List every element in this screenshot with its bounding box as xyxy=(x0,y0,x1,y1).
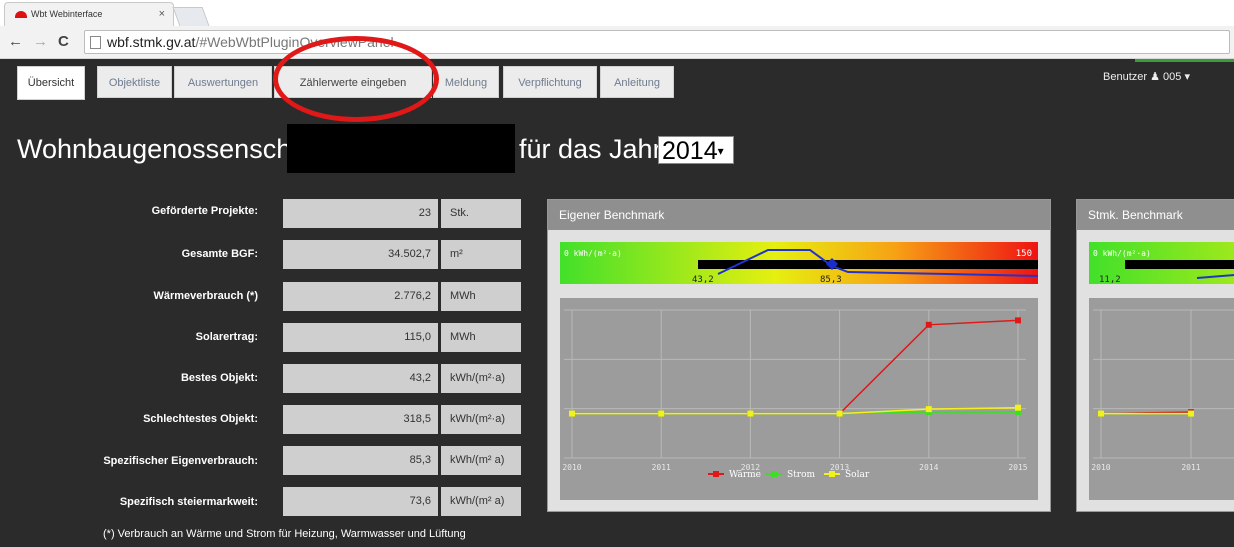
progress-bar xyxy=(1135,59,1234,62)
app-navbar: Übersicht Objektliste Auswertungen Zähle… xyxy=(0,59,1234,104)
x-tick-label: 2011 xyxy=(652,463,671,472)
user-menu[interactable]: Benutzer ♟ 005 ▾ xyxy=(1103,59,1234,83)
page-title-suffix: für das Jahr xyxy=(519,134,662,164)
stat-label: Solarertrag: xyxy=(195,331,258,343)
legend-label: Strom xyxy=(787,470,816,480)
address-field[interactable]: wbf.stmk.gv.at/#WebWbtPluginOverviewPane… xyxy=(84,30,1230,54)
redacted-name xyxy=(287,124,515,173)
stat-unit: Stk. xyxy=(441,199,521,228)
tab-verpflichtung[interactable]: Verpflichtung xyxy=(503,66,597,98)
x-tick-label: 2015 xyxy=(1008,463,1027,472)
tab-strip: Wbt Webinterface × xyxy=(0,0,1234,26)
page-title: Wohnbaugenossenschaft xyxy=(17,134,322,164)
year-value: 2014 xyxy=(662,137,718,165)
best-value-label: 11,2 xyxy=(1099,275,1121,285)
benchmark-range-bar xyxy=(1125,260,1234,269)
x-tick-label: 2011 xyxy=(1181,463,1200,472)
data-point xyxy=(747,410,754,417)
user-icon: ♟ xyxy=(1150,71,1160,83)
legend-marker xyxy=(713,471,719,477)
stat-label: Spezifisch steiermarkweit: xyxy=(119,496,258,508)
own-benchmark-graphics: 0 kWh/(m²·a) 150 43,2 85,3 2010 2011 2012 2… xyxy=(560,242,1039,500)
stmk-benchmark-panel: Stmk. Benchmark 0 kWh/(m²·a) 11,2 2010 20… xyxy=(1076,199,1234,512)
data-point xyxy=(1015,404,1021,411)
caret-down-icon: ▾ xyxy=(717,144,724,158)
url-host: wbf.stmk.gv.at xyxy=(107,34,196,50)
stat-label: Gesamte BGF: xyxy=(181,248,258,260)
user-label: Benutzer xyxy=(1103,71,1148,83)
year-select[interactable]: 2014▾ xyxy=(658,136,734,165)
scale-max-label: 150 xyxy=(1016,249,1032,259)
forward-icon[interactable]: → xyxy=(33,33,48,50)
stat-unit: kWh/(m²·a) xyxy=(441,405,521,434)
legend-marker xyxy=(771,471,777,477)
stat-value: 43,2 xyxy=(283,364,438,393)
tab-uebersicht[interactable]: Übersicht xyxy=(17,66,85,100)
url-bar: ← → C wbf.stmk.gv.at/#WebWbtPluginOvervi… xyxy=(0,26,1234,59)
data-point xyxy=(836,410,843,417)
footnote: (*) Verbrauch an Wärme und Strom für Hei… xyxy=(103,528,466,540)
legend-label: Wärme xyxy=(729,470,761,480)
reload-icon[interactable]: C xyxy=(58,33,69,50)
stat-value: 85,3 xyxy=(283,446,438,475)
data-point xyxy=(1098,410,1104,417)
data-point xyxy=(569,410,575,417)
best-value-label: 43,2 xyxy=(692,275,714,285)
stat-value: 34.502,7 xyxy=(283,240,438,269)
legend-label: Solar xyxy=(845,470,870,480)
new-tab-button[interactable] xyxy=(172,7,210,26)
tab-anleitung[interactable]: Anleitung xyxy=(600,66,674,98)
tab-meldung[interactable]: Meldung xyxy=(433,66,499,98)
stat-label: Spezifischer Eigenverbrauch: xyxy=(103,455,258,467)
chart-area xyxy=(1089,298,1234,500)
tab-auswertungen[interactable]: Auswertungen xyxy=(174,66,272,98)
favicon-icon xyxy=(15,11,27,18)
page-icon xyxy=(90,36,101,49)
own-benchmark-panel: Eigener Benchmark 0 kWh/(m²·a) 150 43,2 … xyxy=(547,199,1051,512)
scale-min-label: 0 kWh/(m²·a) xyxy=(564,249,622,258)
stat-label: Schlechtestes Objekt: xyxy=(143,413,258,425)
scale-min-label: 0 kWh/(m²·a) xyxy=(1093,249,1151,258)
x-tick-label: 2010 xyxy=(562,463,581,472)
benchmark-range-bar xyxy=(698,260,1038,269)
close-tab-icon[interactable]: × xyxy=(159,8,165,20)
own-value-label: 85,3 xyxy=(820,275,842,285)
browser-chrome: Wbt Webinterface × ← → C wbf.stmk.gv.at/… xyxy=(0,0,1234,59)
panel-title: Stmk. Benchmark xyxy=(1077,200,1234,230)
stat-value: 115,0 xyxy=(283,323,438,352)
stat-unit: m² xyxy=(441,240,521,269)
data-point xyxy=(1015,317,1021,324)
stat-value: 318,5 xyxy=(283,405,438,434)
panel-title: Eigener Benchmark xyxy=(548,200,1050,230)
stat-value: 2.776,2 xyxy=(283,282,438,311)
data-point xyxy=(925,321,932,328)
x-tick-label: 2010 xyxy=(1091,463,1110,472)
x-tick-label: 2014 xyxy=(919,463,938,472)
data-point xyxy=(925,406,932,413)
highlight-circle xyxy=(273,36,439,122)
data-point xyxy=(658,410,665,417)
stat-unit: MWh xyxy=(441,282,521,311)
stat-unit: kWh/(m²·a) xyxy=(441,364,521,393)
stat-unit: kWh/(m² a) xyxy=(441,446,521,475)
tab-objektliste[interactable]: Objektliste xyxy=(97,66,172,98)
stat-label: Wärmeverbrauch (*) xyxy=(153,290,258,302)
stat-label: Geförderte Projekte: xyxy=(151,205,258,217)
browser-tab[interactable]: Wbt Webinterface × xyxy=(4,2,174,26)
user-id: 005 xyxy=(1163,71,1182,83)
caret-down-icon: ▾ xyxy=(1184,71,1190,83)
stat-value: 23 xyxy=(283,199,438,228)
stat-unit: MWh xyxy=(441,323,521,352)
data-point xyxy=(1188,410,1194,417)
stat-value: 73,6 xyxy=(283,487,438,516)
stat-unit: kWh/(m² a) xyxy=(441,487,521,516)
back-icon[interactable]: ← xyxy=(8,33,23,50)
browser-tab-title: Wbt Webinterface xyxy=(31,9,103,19)
stat-label: Bestes Objekt: xyxy=(180,372,258,384)
legend-marker xyxy=(829,471,835,477)
stmk-benchmark-graphics: 0 kWh/(m²·a) 11,2 2010 2011 xyxy=(1089,242,1234,500)
